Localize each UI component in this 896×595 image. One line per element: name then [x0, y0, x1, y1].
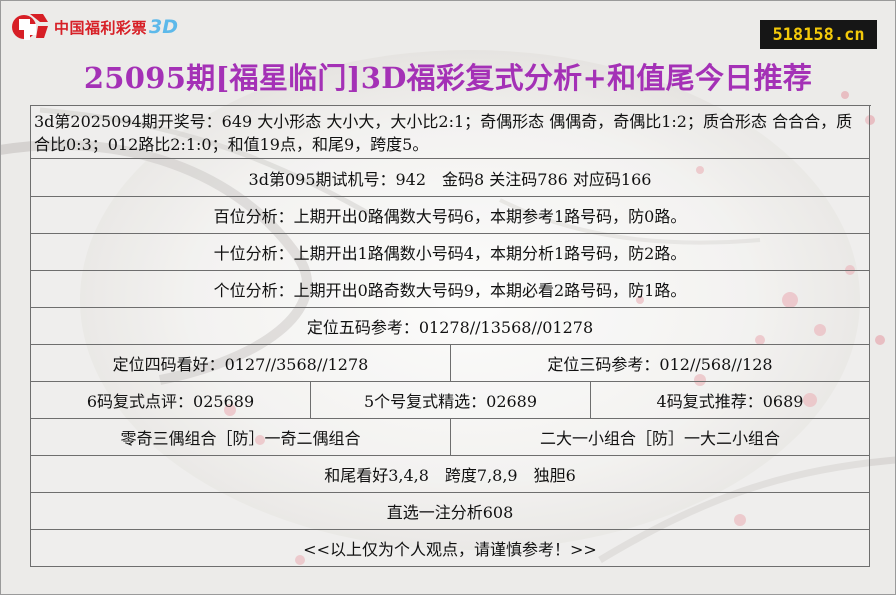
sum-tail-span-pick: 和尾看好3,4,8 跨度7,8,9 独胆6 [31, 456, 870, 493]
table-row: 直选一注分析608 [31, 493, 871, 530]
page-title: 25095期[福星临门]3D福彩复式分析+和值尾今日推荐 [83, 61, 813, 95]
table-row: 定位五码参考：01278//13568//01278 [31, 308, 871, 345]
table-row: 定位四码看好：0127//3568//1278 定位三码参考：012//568/… [31, 345, 871, 382]
lottery-logo-icon [12, 14, 48, 40]
disclaimer: <<以上仅为个人观点，请谨慎参考！>> [31, 530, 870, 567]
logo-3d-text: 3D [149, 16, 179, 38]
logo-text: 中国福利彩票 [54, 18, 148, 37]
odd-even-combo: 零奇三偶组合［防］一奇二偶组合 [31, 419, 451, 456]
table-row: 3d第2025094期开奖号：649 大小形态 大小大，大小比2:1；奇偶形态 … [31, 106, 871, 159]
four-code-compound: 4码复式推荐：0689 [591, 382, 870, 419]
analysis-table: 3d第2025094期开奖号：649 大小形态 大小大，大小比2:1；奇偶形态 … [30, 105, 871, 567]
direct-pick: 直选一注分析608 [31, 493, 870, 530]
table-row: 6码复式点评：025689 5个号复式精选：02689 4码复式推荐：0689 [31, 382, 871, 419]
hundreds-analysis: 百位分析：上期开出0路偶数大号码6，本期参考1路号码，防0路。 [31, 197, 870, 234]
table-row: 个位分析：上期开出0路奇数大号码9，本期必看2路号码，防1路。 [31, 271, 871, 308]
six-code-compound: 6码复式点评：025689 [31, 382, 311, 419]
table-row: 百位分析：上期开出0路偶数大号码6，本期参考1路号码，防0路。 [31, 197, 871, 234]
table-row: <<以上仅为个人观点，请谨慎参考！>> [31, 530, 871, 567]
draw-result-summary: 3d第2025094期开奖号：649 大小形态 大小大，大小比2:1；奇偶形态 … [31, 106, 870, 159]
table-row: 3d第095期试机号：942 金码8 关注码786 对应码166 [31, 159, 871, 197]
table-row: 和尾看好3,4,8 跨度7,8,9 独胆6 [31, 456, 871, 493]
units-analysis: 个位分析：上期开出0路奇数大号码9，本期必看2路号码，防1路。 [31, 271, 870, 308]
five-code-reference: 定位五码参考：01278//13568//01278 [31, 308, 870, 345]
trial-number-row: 3d第095期试机号：942 金码8 关注码786 对应码166 [31, 159, 870, 197]
table-row: 零奇三偶组合［防］一奇二偶组合 二大一小组合［防］一大二小组合 [31, 419, 871, 456]
tens-analysis: 十位分析：上期开出1路偶数小号码4，本期分析1路号码，防2路。 [31, 234, 870, 271]
three-code-reference: 定位三码参考：012//568//128 [451, 345, 870, 382]
welfare-lottery-logo: 中国福利彩票 3D [10, 10, 178, 44]
four-code-pick: 定位四码看好：0127//3568//1278 [31, 345, 451, 382]
five-code-compound: 5个号复式精选：02689 [311, 382, 591, 419]
big-small-combo: 二大一小组合［防］一大二小组合 [451, 419, 870, 456]
table-row: 十位分析：上期开出1路偶数小号码4，本期分析1路号码，防2路。 [31, 234, 871, 271]
site-badge[interactable]: 518158.cn [760, 20, 877, 49]
